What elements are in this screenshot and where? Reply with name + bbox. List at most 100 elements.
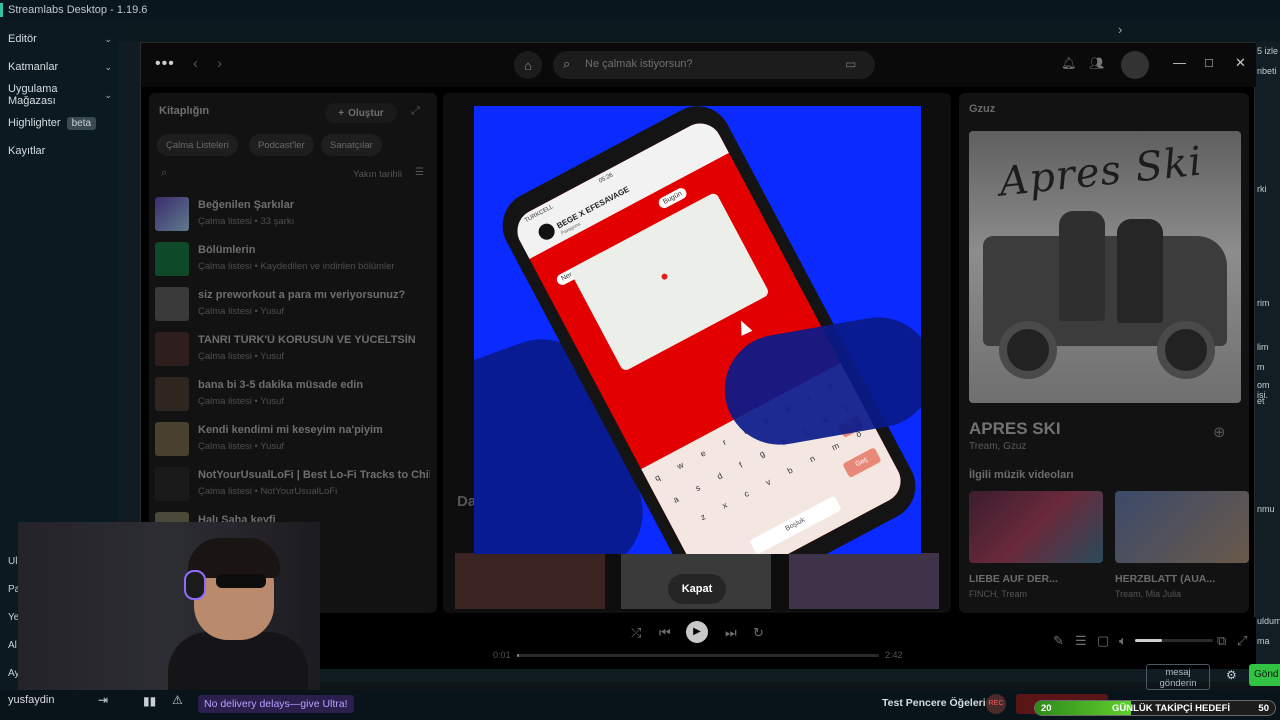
duration-time: 2:42 xyxy=(885,650,903,660)
avatar[interactable] xyxy=(1121,51,1149,79)
chat-snippet: uldum xyxy=(1257,616,1280,626)
filter-chip-podcasts[interactable]: Podcast'ler xyxy=(249,134,314,156)
video-thumbnail[interactable] xyxy=(969,491,1103,563)
test-widgets-link[interactable]: Test Pencere Öğeleri xyxy=(882,697,986,709)
chat-snippet: nbeti xyxy=(1257,66,1277,76)
sidebar-item-recordings[interactable]: Kayıtlar xyxy=(8,140,112,162)
sidebar-item-app-store[interactable]: Uygulama Mağazası ⌄ xyxy=(8,83,112,107)
sidebar-item-highlighter[interactable]: Highlighter beta xyxy=(8,112,112,134)
item-subtitle: Çalma listesi • Yusuf xyxy=(198,306,285,317)
card-thumbnail[interactable] xyxy=(455,553,605,609)
library-search-icon[interactable]: ⌕ xyxy=(161,167,167,180)
list-item[interactable]: Kendi kendimi mi keseyim na'piyim Çalma … xyxy=(155,420,433,460)
lightbox-image: TURKCELL 05:26 BEGE X EFESAVAGE Paragons… xyxy=(474,106,921,554)
list-view-icon[interactable]: ☰ xyxy=(415,167,424,178)
track-title[interactable]: APRES SKI xyxy=(969,419,1061,439)
album-art-wheel xyxy=(1157,321,1215,379)
card-thumbnail[interactable] xyxy=(789,553,939,609)
sort-label[interactable]: Yakın tarihli xyxy=(353,169,402,180)
lyrics-icon[interactable]: ✎ xyxy=(1053,633,1064,649)
video-artists: Tream, Mia Julia xyxy=(1115,589,1182,599)
goal-target: 50 xyxy=(1258,703,1269,714)
maximize-icon[interactable]: □ xyxy=(1205,55,1213,70)
search-input[interactable]: ⌕ Ne çalmak istiyorsun? ▭ xyxy=(553,51,875,79)
username[interactable]: yusfaydin xyxy=(8,694,54,706)
item-title: NotYourUsualLoFi | Best Lo-Fi Tracks to … xyxy=(198,469,430,481)
image-chat-name: BEGE X EFESAVAGE xyxy=(555,184,631,231)
back-icon[interactable]: ‹ xyxy=(193,55,198,72)
send-button[interactable]: Gönd xyxy=(1249,664,1280,686)
playlist-thumbnail xyxy=(155,287,189,321)
sidebar-item-label: Highlighter xyxy=(8,117,61,129)
video-title[interactable]: LIEBE AUF DER... xyxy=(969,573,1058,585)
item-subtitle: Çalma listesi • Yusuf xyxy=(198,351,285,362)
play-button[interactable]: ▶ xyxy=(686,621,708,643)
webcam-headset-icon xyxy=(184,570,206,600)
list-item[interactable]: Bölümlerin Çalma listesi • Kaydedilen ve… xyxy=(155,240,433,280)
close-window-icon[interactable]: ✕ xyxy=(1235,55,1246,71)
add-icon[interactable]: ⊕ xyxy=(1213,423,1226,441)
fullscreen-icon[interactable]: ⤢ xyxy=(1237,633,1247,649)
chat-settings-icon[interactable]: ⚙ xyxy=(1226,668,1237,682)
image-carrier: TURKCELL xyxy=(523,204,555,225)
chevron-down-icon: ⌄ xyxy=(104,33,112,44)
image-go-key: Geç xyxy=(842,447,882,479)
list-item[interactable]: bana bi 3-5 dakika müsade edin Çalma lis… xyxy=(155,375,433,415)
search-placeholder: Ne çalmak istiyorsun? xyxy=(585,58,693,70)
chat-snippet: 5 izle xyxy=(1257,46,1279,56)
sidebar-item-editor[interactable]: Editör ⌄ xyxy=(8,28,112,50)
list-item[interactable]: Beğenilen Şarkılar Çalma listesi • 33 şa… xyxy=(155,195,433,235)
create-button[interactable]: + Oluştur xyxy=(325,103,397,123)
image-chat-avatar xyxy=(535,220,558,243)
queue-icon[interactable]: ☰ xyxy=(1075,633,1087,649)
now-playing-panel: Gzuz Apres Ski APRES SKI Tream, Gzuz ⊕ İ… xyxy=(959,93,1249,613)
mini-player-icon[interactable]: ⧉ xyxy=(1217,633,1226,649)
previous-icon[interactable]: ⏮ xyxy=(659,625,671,641)
alert-icon[interactable]: ⚠ xyxy=(172,693,183,707)
repeat-icon[interactable]: ↻ xyxy=(753,625,764,641)
chat-snippet: et xyxy=(1257,396,1265,406)
episodes-icon xyxy=(155,242,189,276)
sidebar-item-layers[interactable]: Katmanlar ⌄ xyxy=(8,56,112,78)
send-message-input[interactable]: mesaj gönderin xyxy=(1146,664,1210,690)
item-title: Bölümlerin xyxy=(198,244,256,256)
liked-songs-icon xyxy=(155,197,189,231)
list-item[interactable]: NotYourUsualLoFi | Best Lo-Fi Tracks to … xyxy=(155,465,433,505)
volume-icon[interactable]: 🔈︎ xyxy=(1119,633,1127,649)
more-options-icon[interactable]: ••• xyxy=(155,55,175,73)
filter-chip-playlists[interactable]: Çalma Listeleri xyxy=(157,134,238,156)
rec-button[interactable]: REC xyxy=(986,694,1006,714)
ultra-promo[interactable]: No delivery delays—give Ultra! xyxy=(198,695,354,713)
expand-icon[interactable]: ⤢ xyxy=(411,105,420,118)
playlist-thumbnail xyxy=(155,422,189,456)
sidebar-item-label: Uygulama Mağazası xyxy=(8,83,58,107)
list-item[interactable]: TANRI TÜRK'Ü KORUSUN VE YÜCELTSİN Çalma … xyxy=(155,330,433,370)
next-icon[interactable]: ⏭ xyxy=(725,625,737,641)
close-lightbox-button[interactable]: Kapat xyxy=(668,574,726,604)
video-title[interactable]: HERZBLATT (AUA... xyxy=(1115,573,1215,585)
browse-icon[interactable]: ▭ xyxy=(845,57,856,71)
filter-chip-artists[interactable]: Sanatçılar xyxy=(321,134,382,156)
friends-icon[interactable]: 👥︎ xyxy=(1089,56,1104,70)
item-subtitle: Çalma listesi • 33 şarkı xyxy=(198,216,295,227)
track-artists[interactable]: Tream, Gzuz xyxy=(969,441,1026,452)
bell-icon[interactable]: 🔔︎ xyxy=(1061,56,1076,70)
logout-icon[interactable]: ⇥ xyxy=(98,693,108,707)
image-bubble: Bugün xyxy=(656,186,689,210)
home-icon[interactable]: ⌂ xyxy=(514,51,542,79)
list-item[interactable]: siz preworkout a para mı veriyorsunuz? Ç… xyxy=(155,285,433,325)
minimize-icon[interactable]: — xyxy=(1173,55,1186,70)
item-subtitle: Çalma listesi • Kaydedilen ve indirilen … xyxy=(198,261,395,272)
image-clock: 05:26 xyxy=(598,172,615,185)
follower-goal-widget: 20 GÜNLÜK TAKİPÇİ HEDEFİ 50 xyxy=(1034,700,1276,716)
chevron-right-icon[interactable]: › xyxy=(1118,22,1122,37)
video-thumbnail[interactable] xyxy=(1115,491,1249,563)
album-art-person xyxy=(1117,219,1163,323)
volume-slider[interactable] xyxy=(1135,639,1213,642)
devices-icon[interactable]: ▢ xyxy=(1097,633,1109,649)
progress-bar[interactable] xyxy=(517,654,879,657)
sidebar-item-label: Katmanlar xyxy=(8,61,59,73)
shuffle-icon[interactable]: ⤮ xyxy=(631,625,641,641)
forward-icon[interactable]: › xyxy=(217,55,222,72)
stats-icon[interactable]: ▮▮ xyxy=(143,694,156,708)
